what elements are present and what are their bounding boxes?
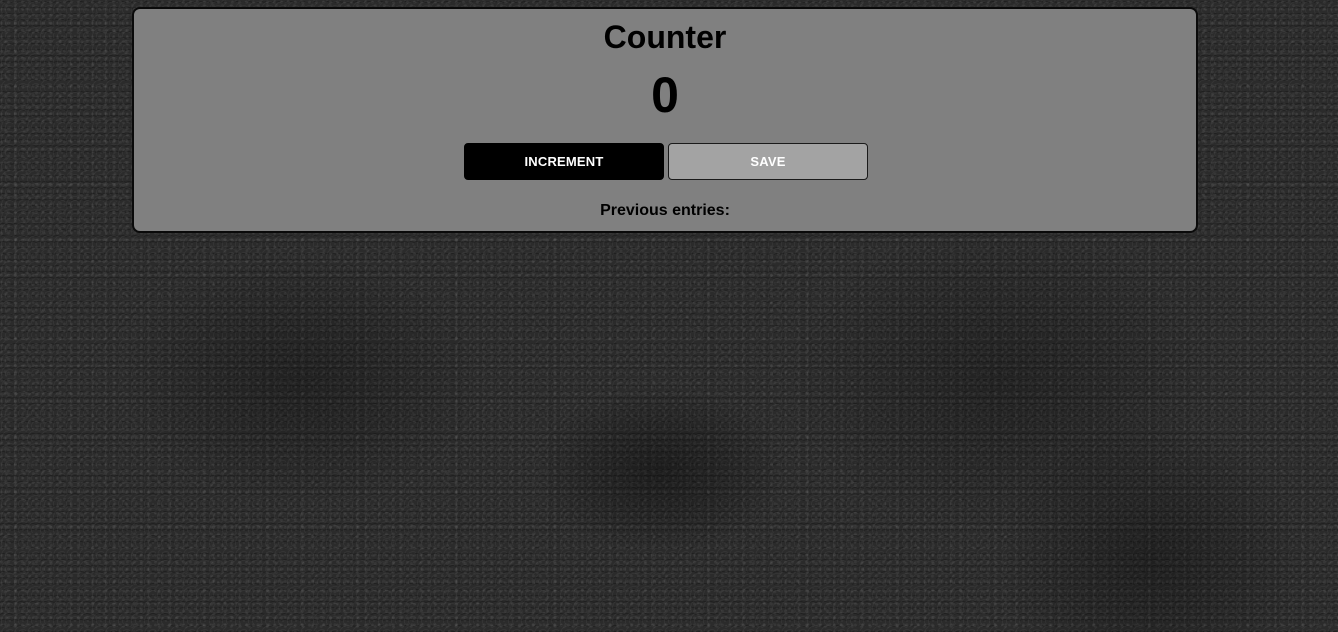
- save-button[interactable]: SAVE: [668, 143, 868, 180]
- previous-entries-label: Previous entries:: [600, 202, 730, 219]
- counter-value: 0: [651, 67, 679, 123]
- increment-button[interactable]: INCREMENT: [464, 143, 664, 180]
- button-row: INCREMENT SAVE: [464, 143, 870, 181]
- page-title: Counter: [603, 19, 727, 55]
- counter-card: Counter 0 INCREMENT SAVE Previous entrie…: [132, 7, 1198, 233]
